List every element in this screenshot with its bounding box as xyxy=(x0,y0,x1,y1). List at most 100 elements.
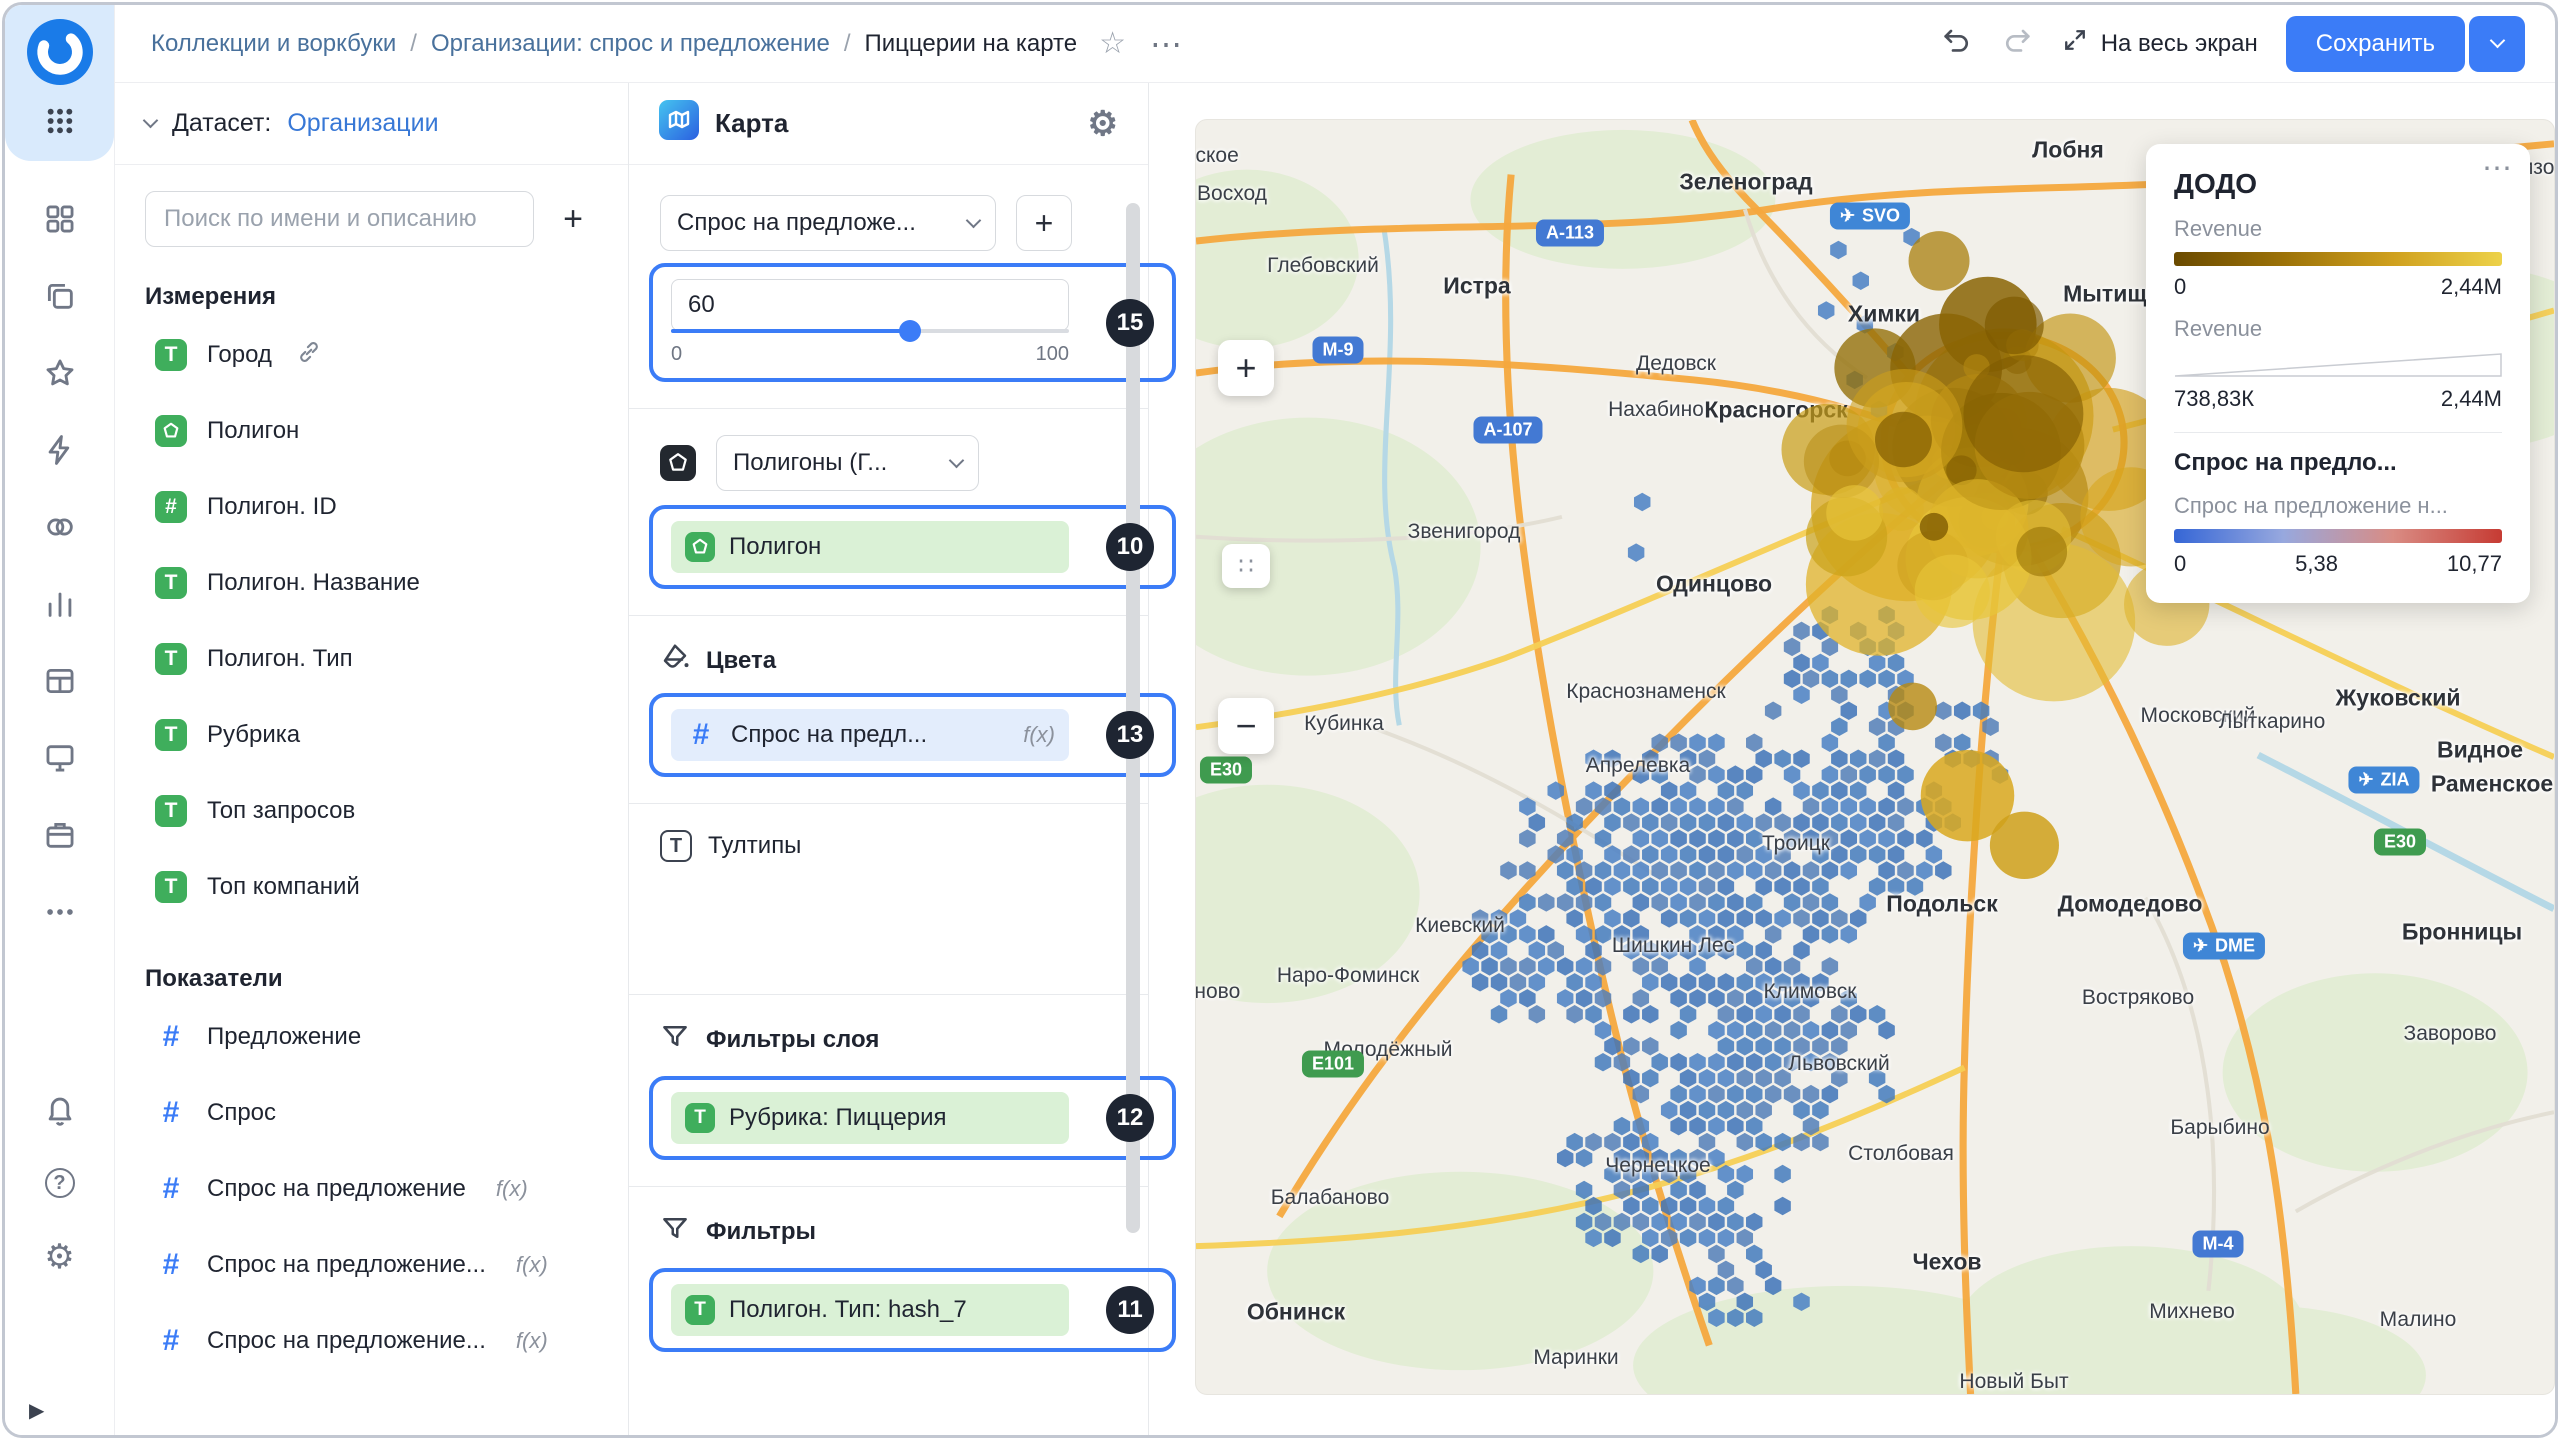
dataset-name-link[interactable]: Организации xyxy=(287,109,438,138)
page-title: Пиццерии на карте xyxy=(865,30,1078,58)
left-rail: ? ⚙ ▶ xyxy=(5,5,115,1435)
add-layer-button[interactable]: + xyxy=(1016,195,1072,251)
filter-highlight: T Полигон. Тип: hash_7 11 xyxy=(649,1268,1176,1352)
notifications-bell-icon[interactable] xyxy=(42,1091,78,1127)
tooltips-section-title: Тултипы xyxy=(708,832,801,860)
fullscreen-label: На весь экран xyxy=(2101,30,2258,58)
dashboards-icon[interactable] xyxy=(42,201,78,237)
string-field-icon: T xyxy=(155,643,187,675)
undo-icon[interactable] xyxy=(1941,25,1973,62)
quick-actions-bolt-icon[interactable] xyxy=(42,432,78,468)
measure-number-icon: # xyxy=(155,1249,187,1281)
tooltips-icon: T xyxy=(660,830,692,862)
geotype-select[interactable]: Полигоны (Г... xyxy=(716,435,979,491)
field-label: Топ запросов xyxy=(207,797,355,825)
favorite-star-icon[interactable]: ☆ xyxy=(1099,26,1126,61)
top-header: Коллекции и воркбуки / Организации: спро… xyxy=(115,5,2555,83)
field-row[interactable]: #Спрос на предложение...f(x) xyxy=(115,1227,628,1303)
chart-config-panel: Карта ⚙ Спрос на предложе... + 60 xyxy=(629,83,1149,1435)
field-label: Рубрика xyxy=(207,721,300,749)
search-input[interactable] xyxy=(145,191,534,247)
datalens-logo-icon[interactable] xyxy=(27,19,93,85)
header-more-icon[interactable]: ⋯ xyxy=(1150,25,1185,63)
storage-icon[interactable] xyxy=(42,817,78,853)
slider-knob[interactable] xyxy=(899,320,921,342)
collapse-rail-icon[interactable]: ▶ xyxy=(29,1398,44,1423)
legend-color-label: Revenue xyxy=(2174,216,2502,242)
dimensions-title: Измерения xyxy=(145,283,628,311)
field-row[interactable]: TРубрика xyxy=(115,697,628,773)
formula-badge: f(x) xyxy=(1023,722,1055,748)
favorites-star-icon[interactable] xyxy=(42,355,78,391)
chevron-down-icon[interactable] xyxy=(143,113,159,129)
ruler-button[interactable]: ∷ xyxy=(1222,544,1270,588)
settings-gear-icon[interactable]: ⚙ xyxy=(42,1239,78,1275)
layer-filter-highlight: T Рубрика: Пиццерия 12 xyxy=(649,1076,1176,1160)
help-icon[interactable]: ? xyxy=(45,1168,75,1198)
field-row[interactable]: TГород xyxy=(115,317,628,393)
measures-title: Показатели xyxy=(145,965,628,993)
rail-nav xyxy=(42,201,78,930)
map-canvas[interactable]: ЗеленоградЛобняПушкиноЧеркизовоВосходров… xyxy=(1195,119,2555,1395)
breadcrumb-collections[interactable]: Коллекции и воркбуки xyxy=(151,30,396,58)
link-icon xyxy=(296,339,322,372)
opacity-input[interactable]: 60 xyxy=(671,279,1069,331)
opacity-control-highlight: 60 0 100 15 xyxy=(649,263,1176,382)
layer-filter-pill[interactable]: T Рубрика: Пиццерия xyxy=(671,1092,1069,1144)
layer-select[interactable]: Спрос на предложе... xyxy=(660,195,996,251)
color-field-pill[interactable]: # Спрос на предл... f(x) xyxy=(671,709,1069,761)
demand-tick-max: 10,77 xyxy=(2447,551,2502,577)
datasets-table-icon[interactable] xyxy=(42,663,78,699)
monitoring-icon[interactable] xyxy=(42,740,78,776)
measure-number-icon: # xyxy=(155,1325,187,1357)
field-row[interactable]: #Спрос xyxy=(115,1075,628,1151)
field-row[interactable]: TПолигон. Тип xyxy=(115,621,628,697)
color-field-highlight: # Спрос на предл... f(x) 13 xyxy=(649,693,1176,777)
measures-list: #Предложение#Спрос#Спрос на предложениеf… xyxy=(115,999,628,1379)
annotation-badge-10: 10 xyxy=(1106,523,1154,571)
field-row[interactable]: T Топ запросов xyxy=(115,773,628,849)
connections-icon[interactable] xyxy=(42,509,78,545)
zoom-out-button[interactable]: − xyxy=(1218,698,1274,754)
breadcrumb-workbook[interactable]: Организации: спрос и предложение xyxy=(431,30,830,58)
size-ramp-icon xyxy=(2174,352,2502,378)
add-field-button[interactable]: + xyxy=(548,194,598,244)
size-scale-max: 2,44М xyxy=(2441,386,2502,412)
chart-settings-gear-icon[interactable]: ⚙ xyxy=(1088,107,1118,141)
map-chart-icon xyxy=(659,100,699,147)
filter-pill[interactable]: T Полигон. Тип: hash_7 xyxy=(671,1284,1069,1336)
breadcrumb-separator: / xyxy=(844,30,851,58)
field-row[interactable]: TПолигон. Название xyxy=(115,545,628,621)
chevron-down-icon xyxy=(966,212,982,228)
geopolygon-icon xyxy=(685,532,715,562)
geopolygon-icon xyxy=(155,415,187,447)
more-icon[interactable] xyxy=(42,894,78,930)
fullscreen-icon xyxy=(2061,26,2089,61)
legend-more-icon[interactable]: ⋯ xyxy=(2482,154,2512,184)
chevron-down-icon xyxy=(2489,33,2505,49)
apps-grid-icon[interactable] xyxy=(42,103,78,139)
formula-badge: f(x) xyxy=(496,1176,528,1202)
save-button[interactable]: Сохранить xyxy=(2286,16,2465,72)
field-row[interactable]: #Предложение xyxy=(115,999,628,1075)
field-row[interactable]: #Полигон. ID xyxy=(115,469,628,545)
annotation-badge-15: 15 xyxy=(1106,299,1154,347)
string-field-icon: T xyxy=(155,795,187,827)
save-menu-button[interactable] xyxy=(2469,16,2525,72)
geopolygon-field-pill[interactable]: Полигон xyxy=(671,521,1069,573)
opacity-slider[interactable] xyxy=(671,329,1069,333)
field-label: Спрос xyxy=(207,1099,276,1127)
string-field-icon: T xyxy=(155,339,187,371)
field-label: Полигон xyxy=(207,417,299,445)
layer-filters-title: Фильтры слоя xyxy=(706,1026,879,1054)
zoom-in-button[interactable]: + xyxy=(1218,340,1274,396)
fullscreen-button[interactable]: На весь экран xyxy=(2061,26,2258,61)
field-row[interactable]: TТоп компаний xyxy=(115,849,628,925)
charts-icon[interactable] xyxy=(42,586,78,622)
workbooks-icon[interactable] xyxy=(42,278,78,314)
field-row[interactable]: Полигон xyxy=(115,393,628,469)
field-row[interactable]: #Спрос на предложениеf(x) xyxy=(115,1151,628,1227)
field-label: Топ компаний xyxy=(207,873,360,901)
redo-icon[interactable] xyxy=(2001,25,2033,62)
field-row[interactable]: #Спрос на предложение...f(x) xyxy=(115,1303,628,1379)
